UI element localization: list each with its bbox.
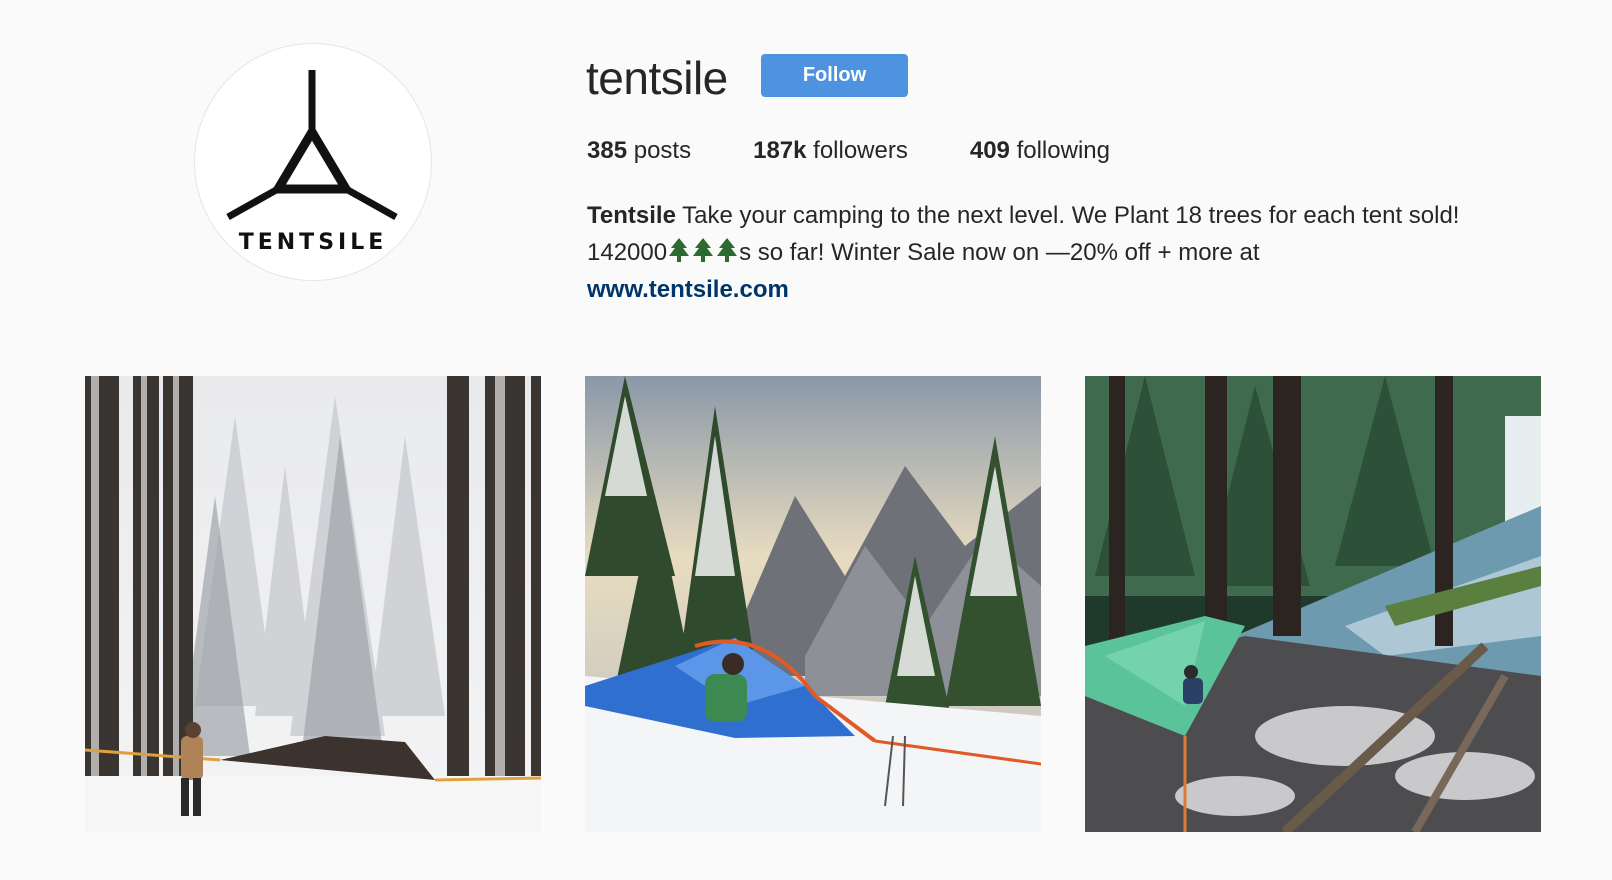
post-thumbnail[interactable] — [1085, 376, 1541, 832]
follow-button[interactable]: Follow — [761, 54, 908, 97]
stat-following-label: following — [1016, 137, 1110, 164]
profile-bio: Tentsile Take your camping to the next l… — [587, 197, 1517, 308]
profile-page: TENTSILE tentsile Follow 385 posts 187k … — [0, 0, 1612, 880]
post-image-river-forest — [1085, 376, 1541, 832]
stat-followers[interactable]: 187k followers — [753, 135, 908, 167]
bio-text-after-trees: s so far! Winter Sale now on —20% off + … — [739, 239, 1260, 266]
stat-followers-count: 187k — [753, 137, 807, 164]
bio-website-link[interactable]: www.tentsile.com — [587, 271, 1517, 308]
profile-stats: 385 posts 187k followers 409 following — [587, 135, 1172, 167]
post-thumbnail[interactable] — [85, 376, 541, 832]
stat-posts-label: posts — [633, 137, 692, 164]
stat-following[interactable]: 409 following — [970, 135, 1110, 167]
stat-posts: 385 posts — [587, 135, 691, 167]
avatar-wordmark: TENTSILE — [238, 230, 388, 255]
post-image-snowy-forest — [85, 376, 541, 832]
evergreen-tree-icon — [717, 238, 738, 262]
post-thumbnail[interactable] — [585, 376, 1041, 832]
profile-username: tentsile — [586, 52, 728, 104]
stat-following-count: 409 — [969, 137, 1010, 164]
stat-posts-count: 385 — [587, 137, 628, 164]
bio-name: Tentsile — [587, 202, 676, 229]
evergreen-tree-icon — [693, 238, 714, 262]
post-image-mountain-snow — [585, 376, 1041, 832]
profile-avatar[interactable]: TENTSILE — [195, 44, 431, 280]
evergreen-tree-icon — [669, 238, 690, 262]
stat-followers-label: followers — [813, 137, 908, 164]
